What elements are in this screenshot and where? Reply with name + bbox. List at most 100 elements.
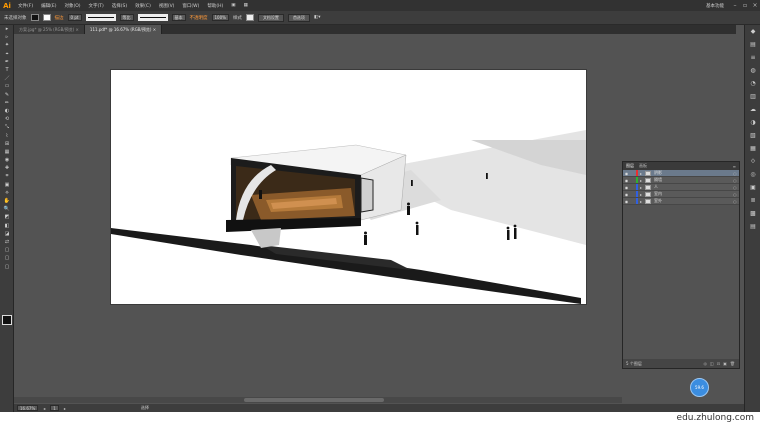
- tool-18-icon[interactable]: ⌗: [0, 172, 14, 180]
- tool-0-icon[interactable]: ▸: [0, 25, 14, 33]
- visibility-eye-icon[interactable]: ◉: [623, 185, 630, 190]
- minimize-icon[interactable]: –: [730, 2, 740, 9]
- locate-object-icon[interactable]: ◎: [704, 361, 708, 366]
- tool-3-icon[interactable]: ⌖: [0, 50, 14, 58]
- brush-select[interactable]: 基本: [171, 14, 186, 21]
- dock-panel-1-icon[interactable]: ▤: [745, 38, 760, 51]
- close-icon[interactable]: ×: [76, 27, 79, 32]
- dock-panel-10-icon[interactable]: ⟐: [745, 155, 760, 168]
- tool-23-icon[interactable]: ◩: [0, 213, 14, 221]
- tool-27-icon[interactable]: ▢: [0, 246, 14, 254]
- visibility-eye-icon[interactable]: ◉: [623, 192, 630, 197]
- dock-panel-2-icon[interactable]: ≡: [745, 51, 760, 64]
- stroke-weight-field[interactable]: 0 pt: [67, 14, 82, 21]
- menu-type[interactable]: 文字(T): [85, 3, 108, 9]
- dock-panel-14-icon[interactable]: ▩: [745, 207, 760, 220]
- layer-name[interactable]: 隔墙: [654, 177, 733, 183]
- dock-panel-5-icon[interactable]: ▥: [745, 90, 760, 103]
- tool-5-icon[interactable]: T: [0, 66, 14, 74]
- dock-panel-6-icon[interactable]: ☁: [745, 103, 760, 116]
- fill-swatch[interactable]: [30, 14, 39, 21]
- target-circle-icon[interactable]: ○: [733, 171, 739, 176]
- menu-help[interactable]: 帮助(H): [203, 3, 227, 9]
- tool-25-icon[interactable]: ◪: [0, 230, 14, 238]
- dock-panel-11-icon[interactable]: ◎: [745, 168, 760, 181]
- fill-stroke-swatch[interactable]: [2, 315, 12, 325]
- menu-view[interactable]: 视图(V): [155, 3, 179, 9]
- close-icon[interactable]: ×: [153, 27, 156, 32]
- tool-16-icon[interactable]: ◉: [0, 156, 14, 164]
- prev-artboard-icon[interactable]: ◂: [43, 406, 45, 411]
- layer-row[interactable]: ◉ ▸ 隔墙 ○: [623, 177, 739, 184]
- tool-28-icon[interactable]: ▢: [0, 254, 14, 262]
- scrollbar-thumb[interactable]: [244, 398, 384, 402]
- tool-20-icon[interactable]: ⟡: [0, 189, 14, 197]
- layer-row[interactable]: ◉ ▸ 人 ○: [623, 184, 739, 191]
- tool-12-icon[interactable]: ⤡: [0, 123, 14, 131]
- dock-panel-4-icon[interactable]: ◔: [745, 77, 760, 90]
- panel-menu-icon[interactable]: ≡: [733, 164, 739, 169]
- artboard-number[interactable]: 1: [50, 405, 59, 411]
- close-icon[interactable]: ×: [750, 2, 760, 9]
- opacity-label[interactable]: 不透明度: [190, 15, 208, 21]
- dock-panel-13-icon[interactable]: ≣: [745, 194, 760, 207]
- tool-26-icon[interactable]: ⇄: [0, 238, 14, 246]
- tool-15-icon[interactable]: ▦: [0, 148, 14, 156]
- layer-row[interactable]: ◉ ▸ 室外 ○: [623, 198, 739, 205]
- new-sublayer-icon[interactable]: ⊡: [717, 361, 720, 366]
- tool-2-icon[interactable]: ✦: [0, 41, 14, 49]
- tool-7-icon[interactable]: ▭: [0, 82, 14, 90]
- workspace-switcher[interactable]: 基本功能: [706, 3, 730, 9]
- tab-layers[interactable]: 图层: [626, 163, 634, 169]
- menu-window[interactable]: 窗口(W): [178, 3, 203, 9]
- artboard[interactable]: [111, 70, 586, 304]
- tool-6-icon[interactable]: ／: [0, 74, 14, 82]
- stroke-profile-select[interactable]: 等比: [119, 14, 134, 21]
- tool-21-icon[interactable]: ✋: [0, 197, 14, 205]
- arrange-icon[interactable]: ▦: [240, 3, 252, 8]
- brush-preview[interactable]: [137, 14, 168, 21]
- tool-9-icon[interactable]: ✏: [0, 99, 14, 107]
- tool-14-icon[interactable]: ⊞: [0, 140, 14, 148]
- tool-4-icon[interactable]: ✒: [0, 58, 14, 66]
- layer-row[interactable]: ◉ ▸ 阴影 ○: [623, 170, 739, 177]
- opacity-field[interactable]: 100%: [211, 14, 229, 21]
- visibility-eye-icon[interactable]: ◉: [623, 199, 630, 204]
- menu-select[interactable]: 选择(S): [108, 3, 131, 9]
- bridge-icon[interactable]: ▣: [227, 3, 239, 8]
- visibility-eye-icon[interactable]: ◉: [623, 178, 630, 183]
- dock-panel-0-icon[interactable]: ◆: [745, 25, 760, 38]
- tool-22-icon[interactable]: 🔍: [0, 205, 14, 213]
- control-menu-icon[interactable]: ◧▾: [314, 15, 321, 20]
- layer-name[interactable]: 人: [654, 184, 733, 190]
- delete-layer-icon[interactable]: 🗑: [730, 361, 735, 366]
- tool-10-icon[interactable]: ◐: [0, 107, 14, 115]
- menu-file[interactable]: 文件(F): [14, 3, 37, 9]
- style-swatch[interactable]: [245, 14, 254, 21]
- tool-17-icon[interactable]: ✚: [0, 164, 14, 172]
- target-circle-icon[interactable]: ○: [733, 199, 739, 204]
- dock-panel-7-icon[interactable]: ◑: [745, 116, 760, 129]
- tool-24-icon[interactable]: ◧: [0, 222, 14, 230]
- stroke-label[interactable]: 描边: [55, 15, 64, 21]
- new-layer-icon[interactable]: ▣: [723, 361, 727, 366]
- dock-panel-3-icon[interactable]: ◍: [745, 64, 760, 77]
- document-setup-button[interactable]: 文档设置: [257, 13, 284, 22]
- zoom-field[interactable]: 16.67%: [17, 405, 39, 411]
- menu-effect[interactable]: 效果(C): [131, 3, 155, 9]
- tool-8-icon[interactable]: ✎: [0, 91, 14, 99]
- tab-doc-1[interactable]: 方案.jpg* @ 25% (RGB/预览) ×: [14, 25, 85, 34]
- tool-1-icon[interactable]: ▹: [0, 33, 14, 41]
- tool-11-icon[interactable]: ⟲: [0, 115, 14, 123]
- variable-width-profile[interactable]: [85, 14, 116, 21]
- dock-panel-12-icon[interactable]: ▣: [745, 181, 760, 194]
- tool-19-icon[interactable]: ▣: [0, 181, 14, 189]
- stroke-swatch[interactable]: [42, 14, 51, 21]
- layer-name[interactable]: 室内: [654, 191, 733, 197]
- target-circle-icon[interactable]: ○: [733, 185, 739, 190]
- horizontal-scrollbar[interactable]: [14, 397, 622, 403]
- clipping-mask-icon[interactable]: ◫: [710, 361, 714, 366]
- menu-edit[interactable]: 编辑(E): [37, 3, 60, 9]
- dock-panel-9-icon[interactable]: ▦: [745, 142, 760, 155]
- maximize-icon[interactable]: ▫: [740, 2, 750, 9]
